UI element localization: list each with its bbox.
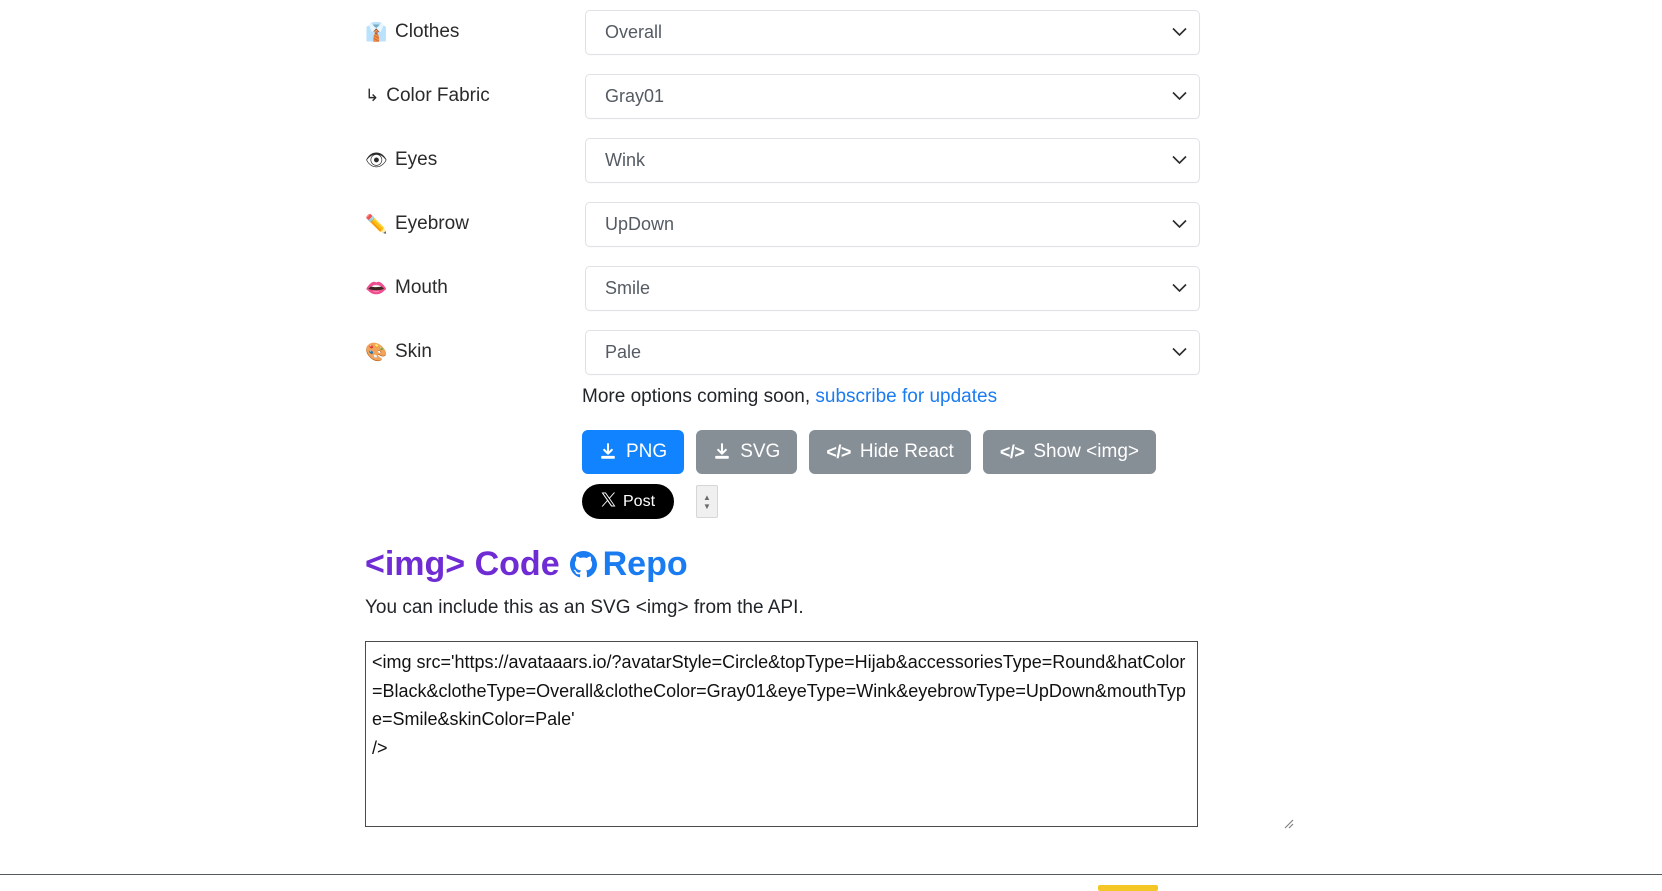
sub-arrow-icon: ↳: [365, 86, 380, 105]
option-label-text: Clothes: [395, 21, 460, 42]
option-label-mouth: 👄 Mouth: [0, 277, 585, 299]
option-row-clothes: 👔 Clothes Overall: [0, 0, 1250, 64]
select-wrap-eyes: Wink: [585, 137, 1200, 183]
code-brackets-icon: </>: [826, 441, 851, 462]
option-label-color-fabric: ↳ Color Fabric: [0, 85, 585, 107]
footer-divider: [0, 874, 1662, 875]
select-eyebrow-value: UpDown: [605, 213, 675, 234]
select-mouth[interactable]: Smile: [585, 265, 1200, 311]
pencil-icon: ✏️: [365, 214, 388, 234]
heading-repo-link[interactable]: Repo: [603, 545, 688, 584]
option-label-text: Eyes: [395, 149, 438, 170]
select-wrap-eyebrow: UpDown: [585, 201, 1200, 247]
select-wrap-color-fabric: Gray01: [585, 73, 1200, 119]
select-clothes[interactable]: Overall: [585, 9, 1200, 55]
option-label-eyebrow: ✏️ Eyebrow: [0, 213, 585, 235]
img-code-heading: <img> Code Repo: [365, 545, 688, 584]
x-logo-icon: [601, 491, 616, 512]
show-img-label: Show <img>: [1033, 441, 1139, 462]
avatar-generator-page: 👔 Clothes Overall ↳ Color Fabric Gray01: [0, 0, 1662, 891]
option-row-mouth: 👄 Mouth Smile: [0, 256, 1250, 320]
download-png-button[interactable]: PNG: [582, 430, 685, 474]
code-brackets-icon: </>: [999, 441, 1025, 462]
option-label-eyes: 👁 Eyes: [0, 149, 585, 171]
option-label-text: Mouth: [395, 277, 448, 298]
options-form: 👔 Clothes Overall ↳ Color Fabric Gray01: [0, 0, 1250, 384]
x-post-button[interactable]: Post: [582, 484, 675, 519]
hide-react-button[interactable]: </> Hide React: [809, 430, 971, 474]
subscribe-link[interactable]: subscribe for updates: [815, 386, 997, 407]
option-row-eyebrow: ✏️ Eyebrow UpDown: [0, 192, 1250, 256]
share-row: Post ▲ ▼: [582, 484, 719, 519]
option-label-clothes: 👔 Clothes: [0, 21, 585, 43]
img-code-textarea[interactable]: [365, 641, 1198, 827]
select-wrap-skin: Pale: [585, 329, 1200, 375]
option-row-eyes: 👁 Eyes Wink: [0, 128, 1250, 192]
number-stepper[interactable]: ▲ ▼: [696, 485, 719, 518]
select-color-fabric[interactable]: Gray01: [585, 73, 1200, 119]
resize-handle-icon[interactable]: [1281, 816, 1294, 829]
option-row-skin: 🎨 Skin Pale: [0, 320, 1250, 384]
img-code-description: You can include this as an SVG <img> fro…: [365, 597, 804, 618]
palette-icon: 🎨: [365, 342, 388, 362]
select-wrap-clothes: Overall: [585, 9, 1200, 55]
chevron-up-icon[interactable]: ▲: [703, 493, 711, 501]
select-eyes-value: Wink: [605, 149, 645, 170]
download-svg-button[interactable]: SVG: [696, 430, 798, 474]
option-label-text: Eyebrow: [395, 213, 469, 234]
highlight-bar: [1098, 885, 1158, 891]
select-color-fabric-value: Gray01: [605, 85, 665, 106]
download-png-label: PNG: [626, 441, 668, 462]
download-icon: [599, 443, 617, 461]
select-wrap-mouth: Smile: [585, 265, 1200, 311]
select-skin-value: Pale: [605, 341, 642, 362]
mouth-icon: 👄: [365, 278, 388, 298]
clothes-icon: 👔: [365, 22, 388, 42]
more-options-text: More options coming soon,: [582, 386, 811, 407]
more-options-note: More options coming soon, subscribe for …: [582, 386, 997, 408]
option-row-color-fabric: ↳ Color Fabric Gray01: [0, 64, 1250, 128]
heading-code-text: <img> Code: [365, 545, 560, 583]
download-icon: [713, 443, 731, 461]
download-svg-label: SVG: [740, 441, 781, 462]
x-post-label: Post: [623, 492, 656, 510]
select-eyebrow[interactable]: UpDown: [585, 201, 1200, 247]
chevron-down-icon[interactable]: ▼: [703, 502, 711, 510]
option-label-text: Skin: [395, 341, 432, 362]
select-skin[interactable]: Pale: [585, 329, 1200, 375]
eye-icon: 👁: [365, 150, 388, 170]
github-icon: [569, 551, 597, 578]
option-label-text: Color Fabric: [386, 85, 490, 106]
select-clothes-value: Overall: [605, 21, 663, 42]
show-img-button[interactable]: </> Show <img>: [982, 430, 1156, 474]
hide-react-label: Hide React: [859, 441, 954, 462]
select-eyes[interactable]: Wink: [585, 137, 1200, 183]
export-button-row: PNG SVG </> Hide React </> Show <img>: [582, 430, 1156, 474]
select-mouth-value: Smile: [605, 277, 651, 298]
option-label-skin: 🎨 Skin: [0, 341, 585, 363]
